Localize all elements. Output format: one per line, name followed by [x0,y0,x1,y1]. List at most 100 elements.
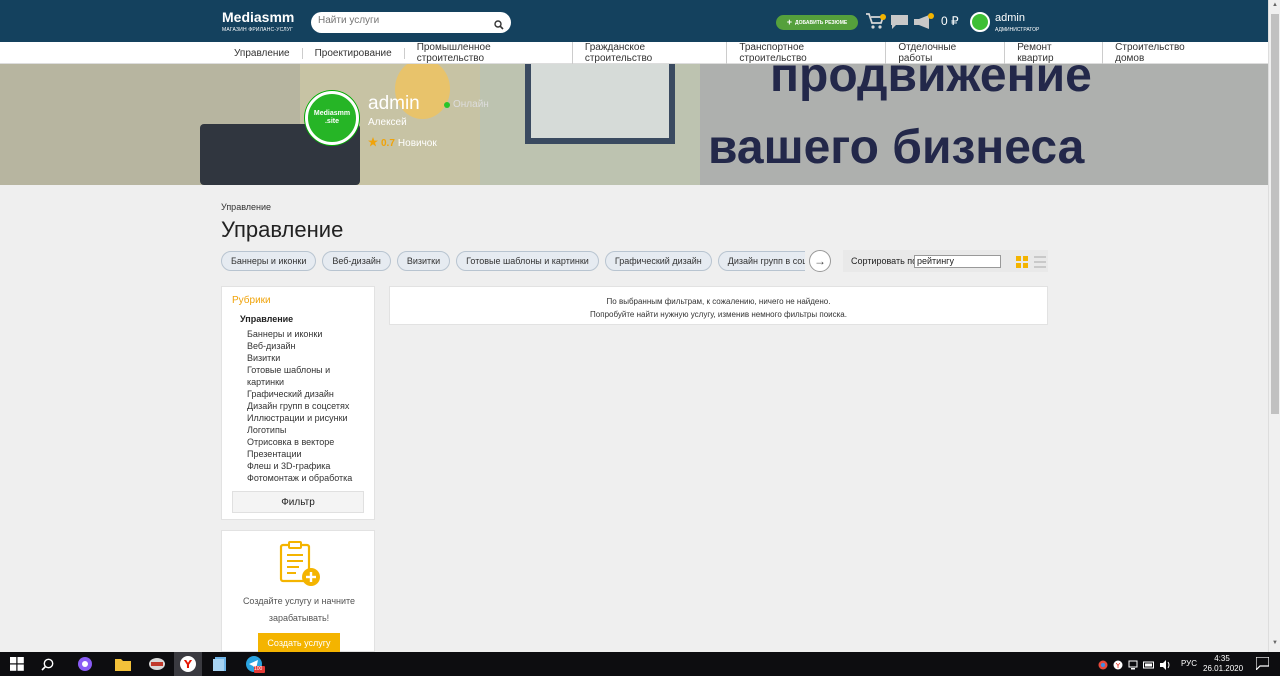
sort-label: Сортировать по [851,256,918,266]
add-resume-button[interactable]: + ДОБАВИТЬ РЕЗЮМЕ [776,15,858,30]
assistant-icon[interactable] [77,655,93,673]
file-explorer-icon[interactable] [115,655,131,673]
rubric-item[interactable]: Иллюстрации и рисунки [247,412,369,424]
subcategory-chips: Баннеры и иконки Веб-дизайн Визитки Гото… [221,251,805,271]
rubrics-list: Баннеры и иконки Веб-дизайн Визитки Гото… [247,328,369,484]
nav-item-finishing[interactable]: Отделочные работы [886,42,1006,64]
nav-item-upravlenie[interactable]: Управление [222,47,303,59]
rubric-item[interactable]: Дизайн групп в соцсетях [247,400,369,412]
banner-headline-1: продвижение [770,64,1092,102]
avatar-text-1: Mediasmm [313,110,351,117]
tray-app-icon[interactable] [1098,657,1108,675]
logo-title: Mediasmm [222,9,295,25]
online-status: Онлайн [444,99,489,110]
profile-name: admin [368,93,420,114]
sort-select[interactable]: рейтингу [914,255,1001,268]
clock-date[interactable]: 26.01.2020 [1203,664,1243,673]
scroll-up-icon[interactable]: ▲ [1272,2,1278,8]
profile-banner: продвижение вашего бизнеса [0,64,1268,185]
clipboard-add-icon [278,541,322,592]
user-avatar[interactable] [970,12,990,32]
search-icon[interactable] [494,17,504,35]
banner-headline-2: вашего бизнеса [708,121,1085,174]
svg-text:Y: Y [183,658,193,671]
scrollbar-thumb[interactable] [1271,14,1279,414]
tray-yandex-icon[interactable]: Y [1113,657,1123,675]
notifications-icon[interactable] [1255,656,1270,675]
rubric-item[interactable]: Логотипы [247,424,369,436]
profile-real-name: Алексей [368,117,407,128]
chip-business-cards[interactable]: Визитки [396,251,451,271]
user-name[interactable]: admin [995,13,1025,24]
cart-badge [880,14,886,20]
online-status-label: Онлайн [453,99,489,110]
chip-graphic-design[interactable]: Графический дизайн [604,251,712,271]
profile-avatar[interactable]: Mediasmm .site [305,91,359,145]
chat-icon[interactable] [891,15,908,34]
top-header: Mediasmm МАГАЗИН ФРИЛАНС-УСЛУГ + ДОБАВИТ… [0,0,1268,42]
empty-message-line-2: Попробуйте найти нужную услугу, изменив … [590,310,847,319]
promo-text: Создайте услугу и начните зарабатывать! [242,596,356,623]
tray-battery-icon[interactable] [1143,657,1155,675]
chips-next-arrow-icon[interactable]: → [809,250,831,272]
scroll-down-icon[interactable]: ▼ [1272,640,1278,646]
rubric-item[interactable]: Графический дизайн [247,388,369,400]
rubric-item[interactable]: Флеш и 3D-графика [247,460,369,472]
app-icon[interactable] [148,655,166,673]
nav-item-civil[interactable]: Гражданское строительство [573,42,728,64]
nav-item-proektirovanie[interactable]: Проектирование [303,47,405,59]
telegram-badge: 100 [254,666,263,672]
user-level: Новичок [397,138,437,149]
page-scrollbar[interactable]: ▲ ▼ [1268,0,1280,652]
create-service-button[interactable]: Создать услугу [258,633,340,652]
language-indicator[interactable]: РУС [1181,659,1197,668]
tray-network-icon[interactable] [1128,657,1138,675]
category-nav: Управление Проектирование Промышленное с… [0,42,1268,64]
chip-social-design[interactable]: Дизайн групп в соцсетях [717,251,805,271]
chip-web-design[interactable]: Веб-дизайн [322,251,391,271]
breadcrumb[interactable]: Управление [221,202,271,212]
yandex-browser-icon[interactable]: Y [179,655,197,673]
filter-button[interactable]: Фильтр [232,491,364,513]
grid-view-icon[interactable] [1016,255,1028,273]
profile-rating: 0.7 Новичок [368,137,437,150]
svg-text:Y: Y [1115,662,1121,670]
tray-volume-icon[interactable] [1160,657,1171,675]
list-view-icon[interactable] [1034,255,1046,273]
page-title: Управление [221,217,344,242]
notepad-icon[interactable] [212,655,228,673]
taskbar-search-icon[interactable] [41,655,54,673]
plus-icon: + [786,17,793,27]
chip-banners[interactable]: Баннеры и иконки [221,251,317,271]
empty-message-line-1: По выбранным фильтрам, к сожалению, ниче… [606,297,831,306]
rubric-item[interactable]: Готовые шаблоны и картинки [247,364,369,388]
nav-item-apartment-repair[interactable]: Ремонт квартир [1005,42,1104,64]
search-input[interactable] [318,15,488,26]
rubric-active[interactable]: Управление [240,314,293,324]
windows-start-icon[interactable] [10,655,24,673]
search-box [311,12,511,33]
rating-value: 0.7 [381,138,395,149]
banner-screen-image [525,64,675,144]
avatar-text-2: .site [324,118,339,125]
rubric-item[interactable]: Презентации [247,448,369,460]
chip-templates[interactable]: Готовые шаблоны и картинки [456,251,599,271]
clock-time[interactable]: 4:35 [1203,654,1241,663]
rubric-item[interactable]: Отрисовка в векторе [247,436,369,448]
balance[interactable]: 0 ₽ [941,14,959,28]
nav-item-transport[interactable]: Транспортное строительство [727,42,887,64]
user-role: АДМИНИСТРАТОР [995,27,1040,33]
logo-subtitle: МАГАЗИН ФРИЛАНС-УСЛУГ [222,27,293,33]
nav-item-house-building[interactable]: Строительство домов [1103,42,1228,64]
nav-item-industrial[interactable]: Промышленное строительство [405,42,573,64]
rubric-item[interactable]: Веб-дизайн [247,340,369,352]
create-service-promo: Создайте услугу и начните зарабатывать! … [221,530,375,652]
rubric-item[interactable]: Фотомонтаж и обработка [247,472,369,484]
site-logo[interactable]: Mediasmm МАГАЗИН ФРИЛАНС-УСЛУГ [222,9,295,34]
system-tray: Y [1098,657,1171,675]
rubric-item[interactable]: Баннеры и иконки [247,328,369,340]
rubric-item[interactable]: Визитки [247,352,369,364]
rubrics-title: Рубрики [232,295,271,306]
rubrics-sidebar: Рубрики Управление Баннеры и иконки Веб-… [221,286,375,520]
online-dot-icon [444,101,450,108]
